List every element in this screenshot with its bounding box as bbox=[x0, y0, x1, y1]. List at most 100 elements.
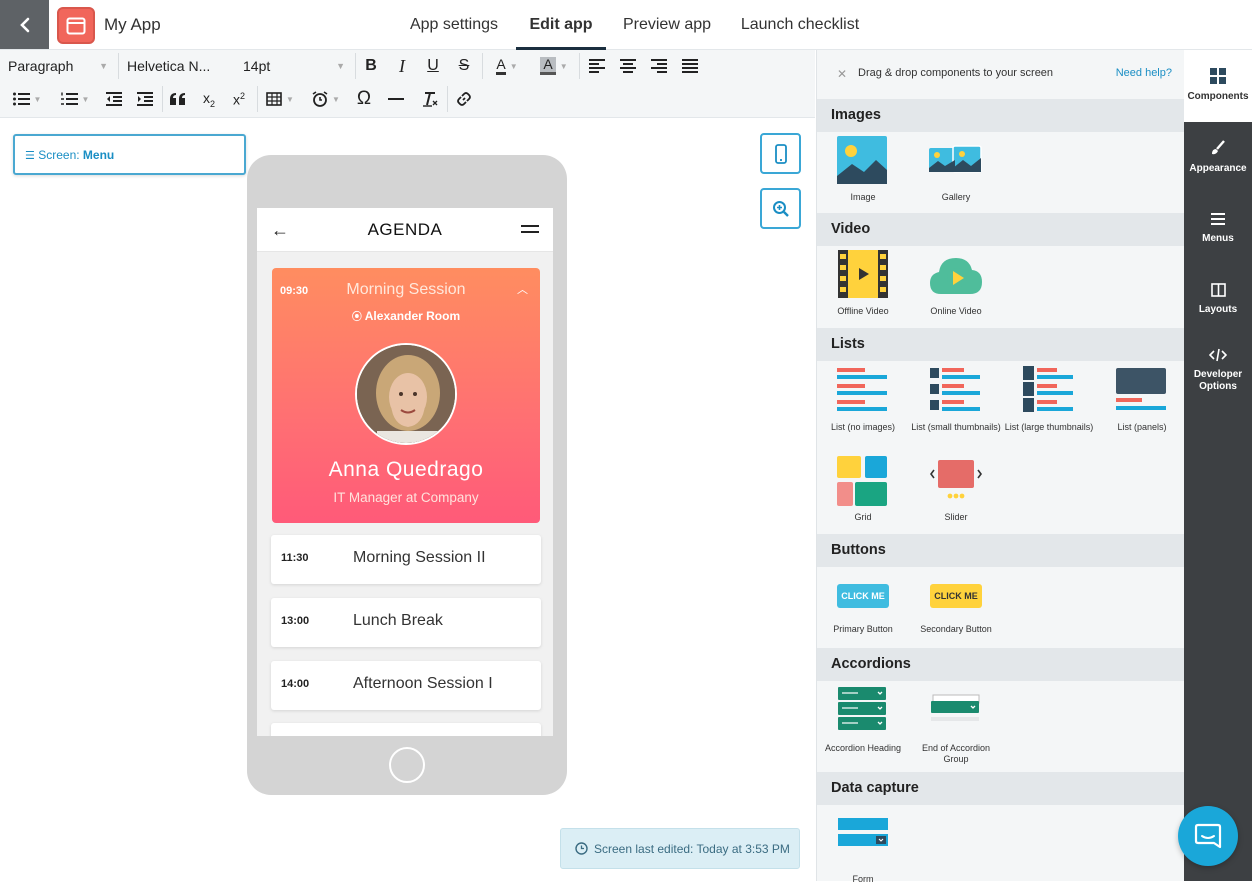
speaker-photo bbox=[357, 345, 455, 443]
component-list-large-thumbnails[interactable]: List (large thumbnails) bbox=[1003, 366, 1095, 433]
numbered-list-button[interactable]: ▼ bbox=[56, 87, 94, 111]
horizontal-rule-button[interactable] bbox=[386, 87, 406, 111]
code-icon bbox=[1184, 348, 1252, 367]
text-color-icon: A bbox=[496, 57, 506, 75]
clear-formatting-button[interactable] bbox=[420, 87, 440, 111]
chevron-left-icon bbox=[19, 17, 29, 32]
zoom-button[interactable] bbox=[760, 188, 801, 229]
tab-launch-checklist[interactable]: Launch checklist bbox=[733, 0, 867, 49]
component-secondary-button[interactable]: CLICK ME Secondary Button bbox=[910, 582, 1002, 635]
subscript-button[interactable]: x2 bbox=[199, 87, 219, 111]
component-grid[interactable]: Grid bbox=[817, 456, 909, 523]
component-slider[interactable]: Slider bbox=[910, 456, 1002, 523]
component-label: Accordion Heading bbox=[824, 743, 902, 753]
font-family-select[interactable]: Helvetica N... bbox=[127, 53, 227, 79]
chevron-down-icon: ▼ bbox=[559, 61, 568, 71]
section-data-capture: Data capture bbox=[817, 772, 1185, 805]
menu-icon[interactable] bbox=[521, 225, 539, 233]
component-online-video[interactable]: Online Video bbox=[910, 250, 1002, 317]
component-label: Offline Video bbox=[837, 306, 889, 316]
component-list-small-thumbnails[interactable]: List (small thumbnails) bbox=[910, 366, 1002, 433]
insert-link-button[interactable] bbox=[454, 87, 474, 111]
session-row[interactable] bbox=[271, 723, 541, 736]
session-row[interactable]: 13:00 Lunch Break bbox=[271, 598, 541, 647]
rail-item-components[interactable]: Components bbox=[1184, 50, 1252, 122]
align-justify-button[interactable] bbox=[680, 54, 700, 78]
component-list-no-images[interactable]: List (no images) bbox=[817, 366, 909, 433]
link-icon bbox=[457, 92, 471, 106]
grid-icon bbox=[836, 456, 890, 508]
component-primary-button[interactable]: CLICK ME Primary Button bbox=[817, 582, 909, 635]
bullet-list-icon bbox=[12, 92, 30, 106]
featured-session-card[interactable]: 09:30 Morning Session ︿ ⦿ Alexander Room… bbox=[272, 268, 540, 523]
bold-button[interactable]: B bbox=[362, 54, 380, 78]
mobile-view-button[interactable] bbox=[760, 133, 801, 174]
component-gallery[interactable]: Gallery bbox=[910, 136, 1002, 203]
font-size-select[interactable]: 14pt ▼ bbox=[243, 53, 345, 79]
component-form[interactable]: Form bbox=[817, 818, 909, 885]
toolbar-divider bbox=[162, 86, 163, 112]
outdent-button[interactable] bbox=[104, 87, 124, 111]
list-small-thumbnails-icon bbox=[929, 366, 983, 418]
room-name: Alexander Room bbox=[364, 309, 461, 323]
image-icon bbox=[836, 136, 890, 188]
component-image[interactable]: Image bbox=[817, 136, 909, 203]
section-accordions: Accordions bbox=[817, 648, 1185, 681]
zoom-in-icon bbox=[772, 200, 789, 217]
toolbar-divider bbox=[118, 53, 119, 79]
indent-icon bbox=[137, 92, 153, 106]
align-center-button[interactable] bbox=[618, 54, 638, 78]
align-right-button[interactable] bbox=[649, 54, 669, 78]
component-end-of-accordion-group[interactable]: End of Accordion Group bbox=[910, 687, 1002, 765]
chevron-down-icon: ▼ bbox=[81, 94, 90, 104]
component-accordion-heading[interactable]: Accordion Heading bbox=[817, 687, 909, 754]
indent-button[interactable] bbox=[135, 87, 155, 111]
rail-item-appearance[interactable]: Appearance bbox=[1184, 140, 1252, 200]
italic-button[interactable]: I bbox=[393, 54, 411, 78]
back-button[interactable] bbox=[0, 0, 49, 49]
session-row[interactable]: 14:00 Afternoon Session I bbox=[271, 661, 541, 710]
special-character-button[interactable]: Ω bbox=[354, 87, 374, 111]
numbered-list-icon bbox=[60, 92, 78, 105]
phone-screen[interactable]: ← AGENDA 09:30 Morning Session ︿ ⦿ Alexa… bbox=[257, 208, 553, 736]
list-plain-icon bbox=[836, 366, 890, 418]
blockquote-button[interactable] bbox=[168, 87, 188, 111]
tab-preview-app[interactable]: Preview app bbox=[617, 0, 717, 49]
strikethrough-button[interactable]: S bbox=[455, 54, 473, 78]
need-help-link[interactable]: Need help? bbox=[1116, 67, 1172, 79]
block-format-select[interactable]: Paragraph ▼ bbox=[8, 53, 108, 79]
horizontal-rule-icon bbox=[388, 98, 404, 100]
superscript-icon: x2 bbox=[232, 90, 245, 108]
screen-selector[interactable]: ☰ Screen: Menu bbox=[13, 134, 246, 175]
background-color-button[interactable]: A ▼ bbox=[534, 54, 574, 78]
table-button[interactable]: ▼ bbox=[264, 87, 296, 111]
rail-item-developer-options[interactable]: Developer Options bbox=[1184, 348, 1252, 408]
superscript-button[interactable]: x2 bbox=[229, 87, 249, 111]
speaker-avatar bbox=[355, 343, 457, 445]
component-list-panels[interactable]: List (panels) bbox=[1096, 366, 1188, 433]
bullet-list-button[interactable]: ▼ bbox=[8, 87, 46, 111]
session-name: Lunch Break bbox=[353, 612, 443, 629]
close-icon[interactable]: ✕ bbox=[837, 67, 847, 81]
highlight-color-icon: A bbox=[540, 57, 556, 75]
chevron-up-icon[interactable]: ︿ bbox=[517, 281, 528, 297]
component-offline-video[interactable]: Offline Video bbox=[817, 250, 909, 317]
subscript-icon: x2 bbox=[202, 89, 215, 109]
tab-edit-app[interactable]: Edit app bbox=[516, 0, 606, 50]
app-icon[interactable] bbox=[57, 7, 95, 44]
chat-button[interactable] bbox=[1178, 806, 1238, 866]
toolbar-divider bbox=[355, 53, 356, 79]
chevron-down-icon: ▼ bbox=[336, 61, 345, 71]
rail-item-layouts[interactable]: Layouts bbox=[1184, 283, 1252, 343]
editor-toolbar: Paragraph ▼ Helvetica N... 14pt ▼ B I U … bbox=[0, 50, 815, 118]
rail-item-menus[interactable]: Menus bbox=[1184, 212, 1252, 272]
side-rail: Components Appearance Menus Layouts Deve… bbox=[1184, 50, 1252, 881]
insert-datetime-button[interactable]: ▼ bbox=[306, 87, 346, 111]
component-label: Online Video bbox=[930, 306, 982, 316]
text-color-button[interactable]: A ▼ bbox=[489, 54, 525, 78]
agenda-title: AGENDA bbox=[367, 220, 443, 239]
session-row[interactable]: 11:30 Morning Session II bbox=[271, 535, 541, 584]
tab-app-settings[interactable]: App settings bbox=[403, 0, 505, 49]
underline-button[interactable]: U bbox=[424, 54, 442, 78]
align-left-button[interactable] bbox=[587, 54, 607, 78]
